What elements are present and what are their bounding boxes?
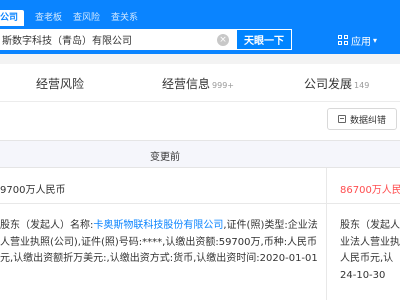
table-row: 9700万人民币 86700万人民 <box>0 168 400 204</box>
shareholder-prefix: 股东（发起人）名称: <box>0 220 94 231</box>
data-correction-button[interactable]: 数据纠错 <box>327 108 397 130</box>
search-type-tabs: 公司 查老板 查风险 查关系 <box>0 10 149 26</box>
after-line: 股东（发起人 <box>340 220 400 231</box>
tab-company-development[interactable]: 公司发展 149 <box>304 75 369 92</box>
cell-after: 股东（发起人 业法人营业执 人民币元,认 24-10-30 <box>340 218 400 284</box>
tab-relation[interactable]: 查关系 <box>111 10 138 26</box>
top-header: 公司 查老板 查风险 查关系 × 天眼一下 应用 ▾ <box>0 0 400 54</box>
section-tabs: 经营风险 经营信息 999+ 公司发展 149 <box>0 64 400 102</box>
tab-label: 经营风险 <box>36 77 85 91</box>
apps-label: 应用 <box>351 36 371 48</box>
tab-operation-info[interactable]: 经营信息 999+ <box>162 75 234 92</box>
search-input[interactable] <box>0 29 215 50</box>
cell-after: 86700万人民 <box>340 185 400 196</box>
table-header: 变更前 <box>0 140 400 168</box>
clear-icon[interactable]: × <box>217 33 229 46</box>
cell-before: 9700万人民币 <box>0 185 66 196</box>
edit-icon <box>337 115 346 123</box>
search-button[interactable]: 天眼一下 <box>236 29 292 50</box>
tab-count: 149 <box>354 81 370 90</box>
tab-label: 经营信息 <box>162 77 211 91</box>
tab-company[interactable]: 公司 <box>0 10 25 26</box>
column-divider <box>326 168 327 300</box>
apps-menu[interactable]: 应用 ▾ <box>338 31 377 49</box>
search-box: × <box>0 29 236 50</box>
grid-icon <box>338 35 348 45</box>
tab-label: 公司发展 <box>304 77 353 91</box>
divider-band <box>0 54 400 64</box>
after-line: 24-10-30 <box>340 269 386 281</box>
tab-risk[interactable]: 查风险 <box>73 10 100 26</box>
tab-boss[interactable]: 查老板 <box>35 10 62 26</box>
table-row: 股东（发起人）名称:卡奥斯物联科技股份有限公司,证件(照)类型:企业法人营业执照… <box>0 204 400 300</box>
data-correction-label: 数据纠错 <box>349 115 386 126</box>
cell-before: 股东（发起人）名称:卡奥斯物联科技股份有限公司,证件(照)类型:企业法人营业执照… <box>0 218 322 268</box>
chevron-down-icon: ▾ <box>373 35 378 45</box>
tab-count: 999+ <box>212 81 234 90</box>
shareholder-link[interactable]: 卡奥斯物联科技股份有限公司 <box>93 220 223 231</box>
column-header-before: 变更前 <box>150 152 180 163</box>
after-line: 人民币元,认 <box>340 253 394 264</box>
toolbar: 数据纠错 <box>0 102 400 136</box>
tab-operation-risk[interactable]: 经营风险 <box>36 75 84 92</box>
after-line: 业法人营业执 <box>340 236 400 248</box>
